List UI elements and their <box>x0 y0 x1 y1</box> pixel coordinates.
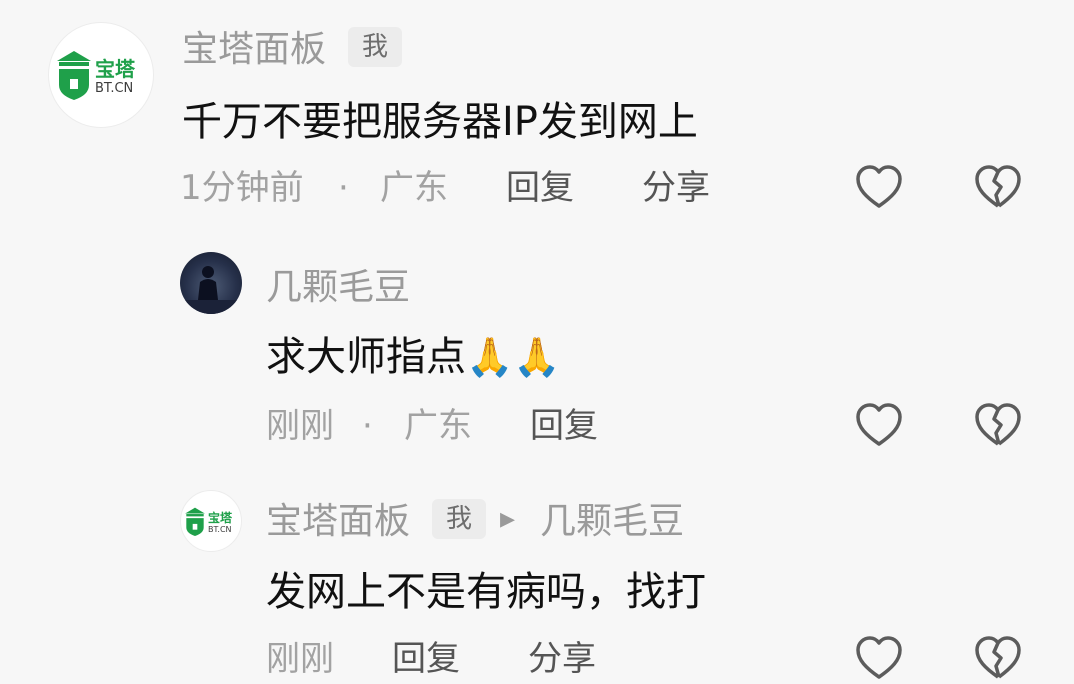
reply-item: 几颗毛豆 求大师指点🙏🙏 刚刚 · 广东 回复 <box>0 232 1074 472</box>
like-button[interactable] <box>853 161 905 213</box>
avatar[interactable]: 宝塔 BT.CN <box>48 22 154 128</box>
reply-text: 求大师指点🙏🙏 <box>266 337 561 377</box>
logo-text: 宝塔 <box>95 57 135 81</box>
meta-separator: · <box>362 406 373 446</box>
logo-text: 宝塔 <box>208 511 233 525</box>
comment-author[interactable]: 宝塔面板 <box>182 32 326 68</box>
heart-outline-icon <box>856 403 902 446</box>
me-badge: 我 <box>432 499 486 539</box>
reply-button[interactable]: 回复 <box>392 642 460 676</box>
reply-location: 广东 <box>404 406 472 446</box>
reply-button[interactable]: 回复 <box>530 409 598 443</box>
comment-location: 广东 <box>380 168 448 208</box>
comment-time: 1分钟前 <box>180 168 304 208</box>
reply-author[interactable]: 几颗毛豆 <box>266 270 410 306</box>
broken-heart-outline-icon <box>975 636 1021 679</box>
reply-time: 刚刚 <box>266 406 334 446</box>
comment-item: 宝塔 BT.CN 宝塔面板 我 千万不要把服务器IP发到网上 1分钟前 · 广东… <box>0 0 1074 230</box>
comment-text: 千万不要把服务器IP发到网上 <box>182 99 698 145</box>
logo-subtext: BT.CN <box>208 525 232 534</box>
heart-outline-icon <box>856 165 902 208</box>
reply-to-user[interactable]: 几颗毛豆 <box>540 504 684 540</box>
avatar[interactable]: 宝塔 BT.CN <box>180 490 242 552</box>
bt-logo-icon <box>185 507 205 537</box>
logo-subtext: BT.CN <box>95 81 134 96</box>
heart-outline-icon <box>856 636 902 679</box>
avatar[interactable] <box>180 252 242 314</box>
dislike-button[interactable] <box>972 632 1024 684</box>
broken-heart-outline-icon <box>975 403 1021 446</box>
broken-heart-outline-icon <box>975 165 1021 208</box>
reply-text: 发网上不是有病吗，找打 <box>266 569 706 615</box>
reply-to-arrow-icon: ▸ <box>500 501 516 536</box>
bt-logo-icon <box>57 51 91 100</box>
avatar-figure-icon <box>180 266 242 314</box>
pray-emoji: 🙏 <box>513 335 561 379</box>
share-button[interactable]: 分享 <box>642 171 710 205</box>
share-button[interactable]: 分享 <box>528 642 596 676</box>
pray-emoji: 🙏 <box>466 335 514 379</box>
dislike-button[interactable] <box>972 399 1024 451</box>
reply-text-body: 求大师指点 <box>266 334 466 380</box>
reply-author[interactable]: 宝塔面板 <box>266 504 410 540</box>
reply-item: 宝塔 BT.CN 宝塔面板 我 ▸ 几颗毛豆 发网上不是有病吗，找打 刚刚 回复… <box>0 474 1074 679</box>
reply-button[interactable]: 回复 <box>506 171 574 205</box>
like-button[interactable] <box>853 632 905 684</box>
reply-time: 刚刚 <box>266 639 334 679</box>
meta-separator: · <box>338 168 349 208</box>
dislike-button[interactable] <box>972 161 1024 213</box>
me-badge: 我 <box>348 27 402 67</box>
like-button[interactable] <box>853 399 905 451</box>
